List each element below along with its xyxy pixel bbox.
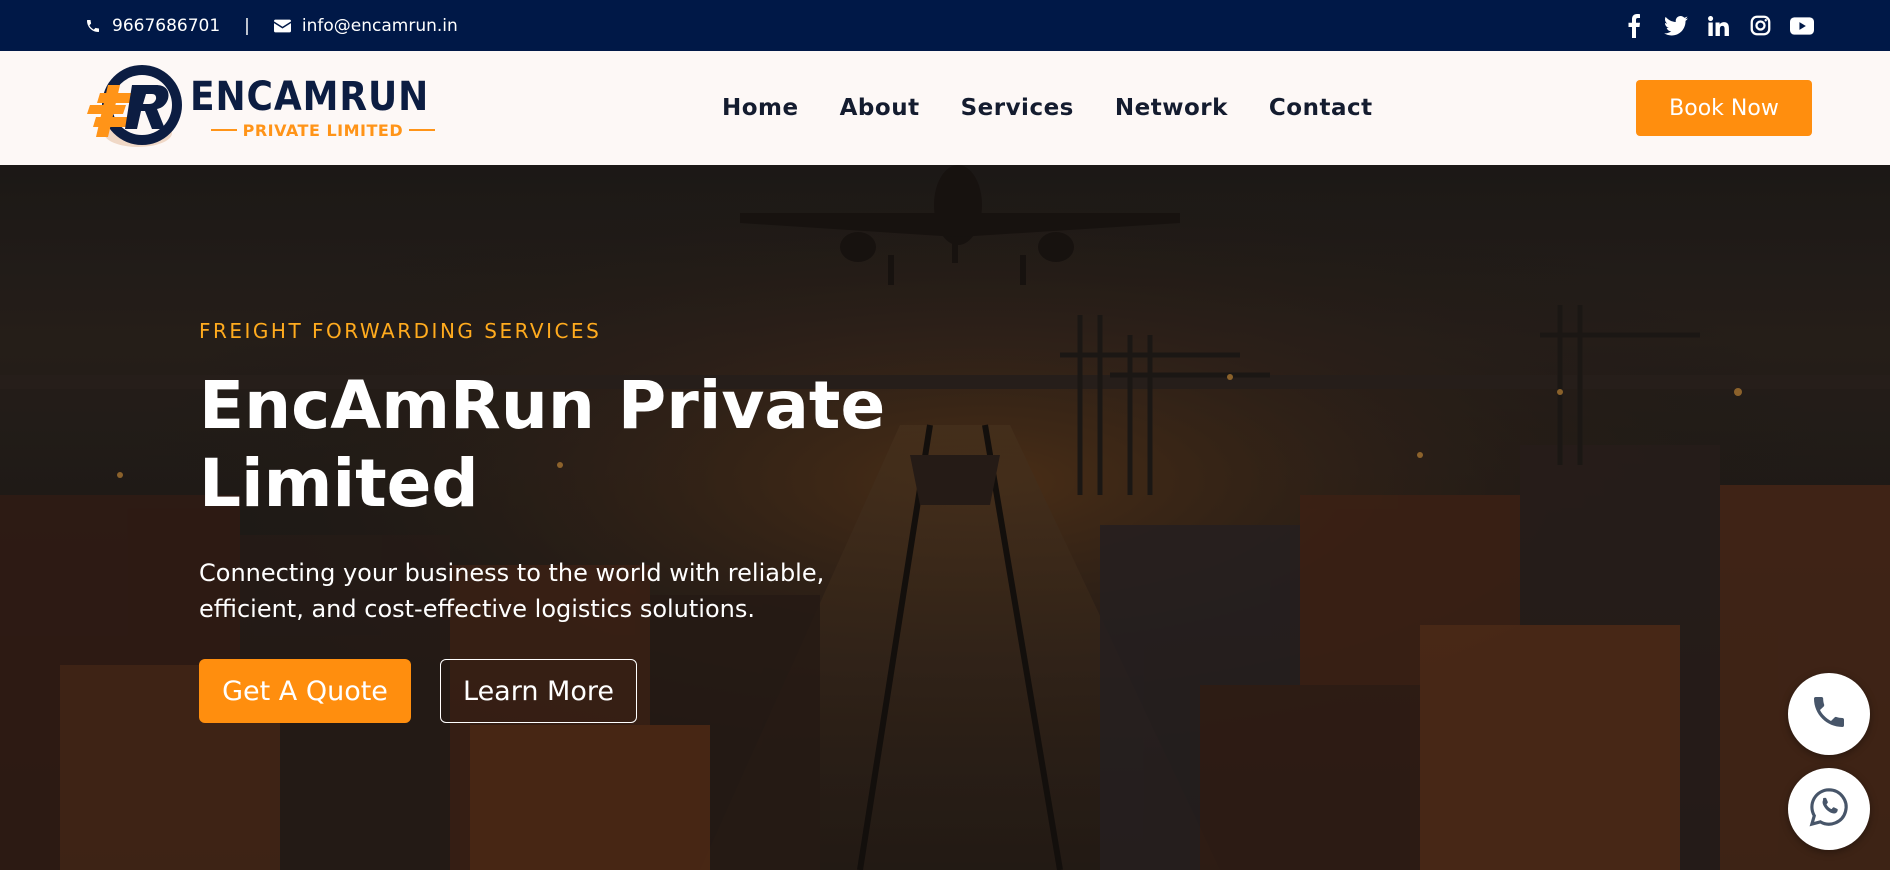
email-link[interactable]: info@encamrun.in	[302, 16, 458, 36]
top-bar: 9667686701 | info@encamrun.in	[0, 0, 1890, 51]
whatsapp-icon	[1808, 786, 1850, 832]
floating-whatsapp-button[interactable]	[1788, 768, 1870, 850]
instagram-icon[interactable]	[1748, 14, 1772, 38]
logo-name: ENCAMRUN	[190, 73, 430, 120]
logo-subtitle-text: PRIVATE LIMITED	[242, 120, 404, 140]
social-links	[1622, 0, 1814, 51]
top-contact: 9667686701 | info@encamrun.in	[84, 0, 458, 51]
nav-network[interactable]: Network	[1115, 95, 1228, 121]
nav-contact[interactable]: Contact	[1269, 95, 1373, 121]
hero-title: EncAmRun Private Limited	[199, 367, 886, 522]
twitter-icon[interactable]	[1664, 14, 1688, 38]
phone-link[interactable]: 9667686701	[112, 16, 220, 36]
learn-more-button[interactable]: Learn More	[440, 659, 637, 723]
email-icon	[274, 17, 292, 35]
logo-rule-left	[210, 129, 237, 131]
linkedin-icon[interactable]	[1706, 14, 1730, 38]
book-now-button[interactable]: Book Now	[1636, 80, 1812, 136]
logo-rule-right	[409, 129, 436, 131]
hero-section: FREIGHT FORWARDING SERVICES EncAmRun Pri…	[0, 165, 1890, 870]
nav-services[interactable]: Services	[961, 95, 1074, 121]
phone-icon	[1809, 692, 1849, 736]
logo-subtitle: PRIVATE LIMITED	[210, 120, 436, 140]
get-a-quote-button[interactable]: Get A Quote	[199, 659, 411, 723]
site-logo[interactable]: ENCAMRUN PRIVATE LIMITED	[86, 65, 436, 151]
logo-mark-icon	[86, 65, 186, 151]
site-header: ENCAMRUN PRIVATE LIMITED Home About Serv…	[0, 51, 1890, 165]
top-separator: |	[244, 15, 250, 36]
hero-eyebrow: FREIGHT FORWARDING SERVICES	[199, 319, 602, 343]
main-nav: Home About Services Network Contact	[722, 51, 1373, 165]
facebook-icon[interactable]	[1622, 13, 1646, 38]
youtube-icon[interactable]	[1790, 14, 1814, 38]
hero-lead: Connecting your business to the world wi…	[199, 559, 825, 623]
nav-home[interactable]: Home	[722, 95, 799, 121]
floating-call-button[interactable]	[1788, 673, 1870, 755]
phone-icon	[84, 17, 102, 35]
logo-text: ENCAMRUN PRIVATE LIMITED	[190, 77, 456, 140]
nav-about[interactable]: About	[840, 95, 920, 121]
